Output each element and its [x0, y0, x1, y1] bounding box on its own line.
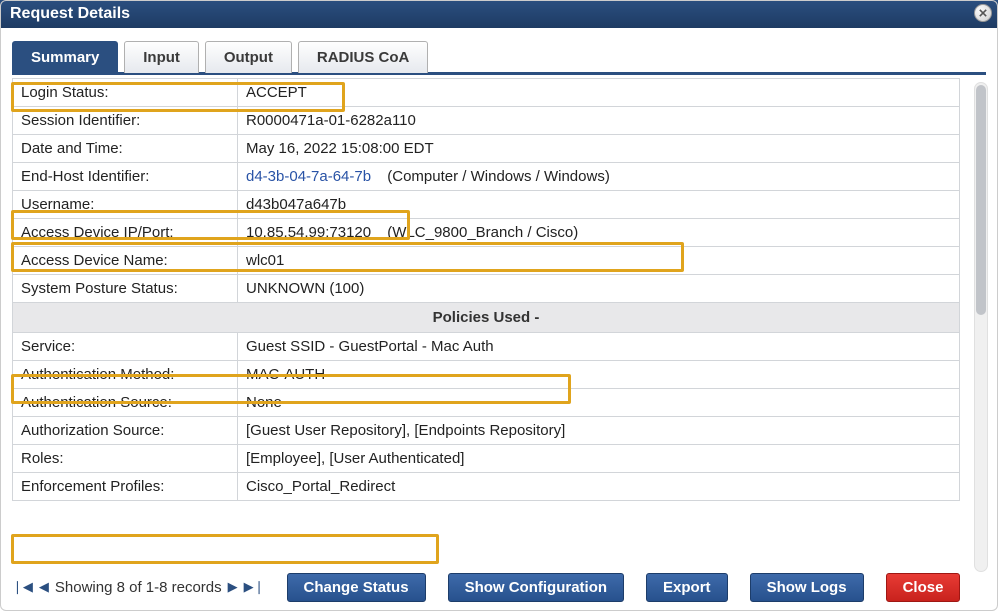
- value-service: Guest SSID - GuestPortal - Mac Auth: [238, 333, 960, 361]
- label-access-name: Access Device Name:: [13, 247, 238, 275]
- value-enforcement: Cisco_Portal_Redirect: [238, 473, 960, 501]
- row-access-ip: Access Device IP/Port: 10.85.54.99:73120…: [13, 219, 960, 247]
- footer: ❘◀ ◀ Showing 8 of 1-8 records ▶ ▶❘ Chang…: [12, 569, 986, 605]
- tab-bar: Summary Input Output RADIUS CoA: [12, 40, 986, 75]
- row-session-id: Session Identifier: R0000471a-01-6282a11…: [13, 107, 960, 135]
- row-auth-source: Authentication Source: None: [13, 389, 960, 417]
- row-service: Service: Guest SSID - GuestPortal - Mac …: [13, 333, 960, 361]
- value-posture: UNKNOWN (100): [238, 275, 960, 303]
- highlight-enforcement: [11, 534, 439, 564]
- access-ip-description: (WLC_9800_Branch / Cisco): [375, 224, 578, 241]
- row-posture: System Posture Status: UNKNOWN (100): [13, 275, 960, 303]
- label-authz-source: Authorization Source:: [13, 417, 238, 445]
- value-access-name: wlc01: [238, 247, 960, 275]
- label-login-status: Login Status:: [13, 79, 238, 107]
- tab-summary[interactable]: Summary: [12, 41, 118, 73]
- row-username: Username: d43b047a647b: [13, 191, 960, 219]
- policies-header: Policies Used -: [13, 303, 960, 333]
- endhost-mac-link[interactable]: d4-3b-04-7a-64-7b: [246, 168, 371, 185]
- value-auth-source: None: [238, 389, 960, 417]
- value-login-status: ACCEPT: [238, 79, 960, 107]
- value-datetime: May 16, 2022 15:08:00 EDT: [238, 135, 960, 163]
- show-configuration-button[interactable]: Show Configuration: [448, 573, 624, 602]
- label-roles: Roles:: [13, 445, 238, 473]
- export-button[interactable]: Export: [646, 573, 728, 602]
- show-logs-button[interactable]: Show Logs: [750, 573, 864, 602]
- label-session-id: Session Identifier:: [13, 107, 238, 135]
- close-icon[interactable]: [974, 4, 992, 22]
- access-ip-text: 10.85.54.99:73120: [246, 224, 371, 241]
- title-bar: Request Details: [0, 0, 998, 28]
- change-status-button[interactable]: Change Status: [287, 573, 426, 602]
- scrollbar-thumb[interactable]: [976, 85, 986, 315]
- pager-prev-icon[interactable]: ◀: [39, 579, 49, 595]
- tab-input[interactable]: Input: [124, 41, 199, 73]
- pager-last-icon[interactable]: ▶❘: [244, 579, 265, 595]
- label-posture: System Posture Status:: [13, 275, 238, 303]
- pager-text: Showing 8 of 1-8 records: [55, 579, 222, 596]
- label-username: Username:: [13, 191, 238, 219]
- value-authz-source: [Guest User Repository], [Endpoints Repo…: [238, 417, 960, 445]
- row-endhost: End-Host Identifier: d4-3b-04-7a-64-7b (…: [13, 163, 960, 191]
- endhost-description: (Computer / Windows / Windows): [375, 168, 610, 185]
- row-authz-source: Authorization Source: [Guest User Reposi…: [13, 417, 960, 445]
- pager-next-icon[interactable]: ▶: [228, 579, 238, 595]
- label-access-ip: Access Device IP/Port:: [13, 219, 238, 247]
- pager: ❘◀ ◀ Showing 8 of 1-8 records ▶ ▶❘: [12, 579, 265, 596]
- details-table: Login Status: ACCEPT Session Identifier:…: [12, 78, 960, 501]
- row-auth-method: Authentication Method: MAC-AUTH: [13, 361, 960, 389]
- row-login-status: Login Status: ACCEPT: [13, 79, 960, 107]
- value-endhost: d4-3b-04-7a-64-7b (Computer / Windows / …: [238, 163, 960, 191]
- row-datetime: Date and Time: May 16, 2022 15:08:00 EDT: [13, 135, 960, 163]
- label-auth-source: Authentication Source:: [13, 389, 238, 417]
- value-session-id: R0000471a-01-6282a110: [238, 107, 960, 135]
- close-button[interactable]: Close: [886, 573, 961, 602]
- window-title: Request Details: [10, 5, 130, 22]
- scrollbar[interactable]: [974, 82, 988, 572]
- label-enforcement: Enforcement Profiles:: [13, 473, 238, 501]
- value-auth-method: MAC-AUTH: [238, 361, 960, 389]
- row-access-name: Access Device Name: wlc01: [13, 247, 960, 275]
- row-enforcement: Enforcement Profiles: Cisco_Portal_Redir…: [13, 473, 960, 501]
- tab-output[interactable]: Output: [205, 41, 292, 73]
- pager-first-icon[interactable]: ❘◀: [12, 579, 33, 595]
- label-service: Service:: [13, 333, 238, 361]
- label-datetime: Date and Time:: [13, 135, 238, 163]
- value-roles: [Employee], [User Authenticated]: [238, 445, 960, 473]
- label-auth-method: Authentication Method:: [13, 361, 238, 389]
- value-username: d43b047a647b: [238, 191, 960, 219]
- value-access-ip: 10.85.54.99:73120 (WLC_9800_Branch / Cis…: [238, 219, 960, 247]
- label-endhost: End-Host Identifier:: [13, 163, 238, 191]
- tab-radius-coa[interactable]: RADIUS CoA: [298, 41, 429, 73]
- row-roles: Roles: [Employee], [User Authenticated]: [13, 445, 960, 473]
